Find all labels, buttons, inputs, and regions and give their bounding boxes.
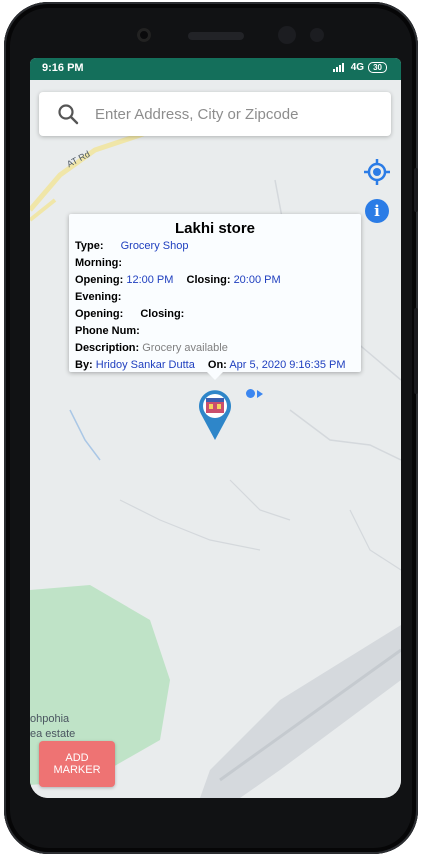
- power-button: [414, 308, 418, 394]
- store-title: Lakhi store: [174, 220, 256, 237]
- morning-hours-row: Opening: 12:00 PM Closing: 20:00 PM: [75, 274, 281, 288]
- direction-arrow-icon: [257, 390, 263, 398]
- network-type: 4G: [350, 62, 365, 73]
- area-label: ea estate: [30, 728, 76, 740]
- phone-row: Phone Num:: [75, 325, 140, 339]
- closing-value: 20:00 PM: [233, 274, 281, 286]
- by-label: By:: [75, 359, 93, 371]
- closing-label: Closing:: [186, 274, 231, 286]
- description-label: Description:: [75, 342, 140, 354]
- by-value: Hridoy Sankar Dutta: [95, 359, 195, 371]
- type-value: Grocery Shop: [120, 240, 189, 252]
- status-time: 9:16 PM: [42, 62, 84, 74]
- store-marker-icon[interactable]: [197, 388, 233, 440]
- current-location-dot: [246, 389, 255, 398]
- description-row: Description: Grocery available: [75, 342, 228, 356]
- evening-label: Evening:: [75, 291, 122, 303]
- light-sensor: [310, 28, 324, 42]
- info-icon[interactable]: i: [365, 199, 389, 223]
- type-label: Type:: [75, 240, 104, 252]
- evening-row: Evening:: [75, 291, 121, 305]
- volume-button: [414, 168, 418, 212]
- signal-icon: [332, 63, 344, 72]
- description-value: Grocery available: [142, 342, 228, 354]
- search-icon[interactable]: [57, 103, 79, 125]
- area-label: ohpohia: [30, 713, 70, 725]
- front-camera: [137, 28, 151, 42]
- on-label: On:: [207, 359, 227, 371]
- earpiece-speaker: [188, 32, 244, 40]
- evening-hours-row: Opening: Closing:: [75, 308, 184, 322]
- morning-label: Morning:: [75, 257, 123, 269]
- phone-frame: 9:16 PM 4G 30 AT Rd ohpohia ea estate En…: [4, 2, 418, 854]
- phone-label: Phone Num:: [75, 325, 140, 337]
- add-marker-button[interactable]: ADD MARKER: [39, 741, 115, 787]
- type-row: Type: Grocery Shop: [75, 240, 188, 254]
- opening-label: Opening:: [75, 274, 124, 286]
- status-indicators: 4G 30: [332, 62, 387, 73]
- status-bar: 9:16 PM 4G 30: [30, 58, 401, 80]
- morning-row: Morning:: [75, 257, 122, 271]
- search-input[interactable]: [93, 104, 377, 124]
- app-screen: 9:16 PM 4G 30 AT Rd ohpohia ea estate En…: [30, 58, 401, 798]
- search-bar[interactable]: [39, 92, 391, 136]
- closing-label: Closing:: [140, 308, 185, 320]
- my-location-icon[interactable]: [364, 159, 390, 185]
- on-value: Apr 5, 2020 9:16:35 PM: [229, 359, 346, 371]
- opening-label: Opening:: [75, 308, 124, 320]
- proximity-sensor: [278, 26, 296, 44]
- opening-value: 12:00 PM: [126, 274, 174, 286]
- marker-info-window[interactable]: Lakhi store Type: Grocery Shop Morning: …: [69, 214, 361, 380]
- author-row: By: Hridoy Sankar Dutta On: Apr 5, 2020 …: [75, 359, 346, 373]
- battery-icon: 30: [368, 62, 387, 73]
